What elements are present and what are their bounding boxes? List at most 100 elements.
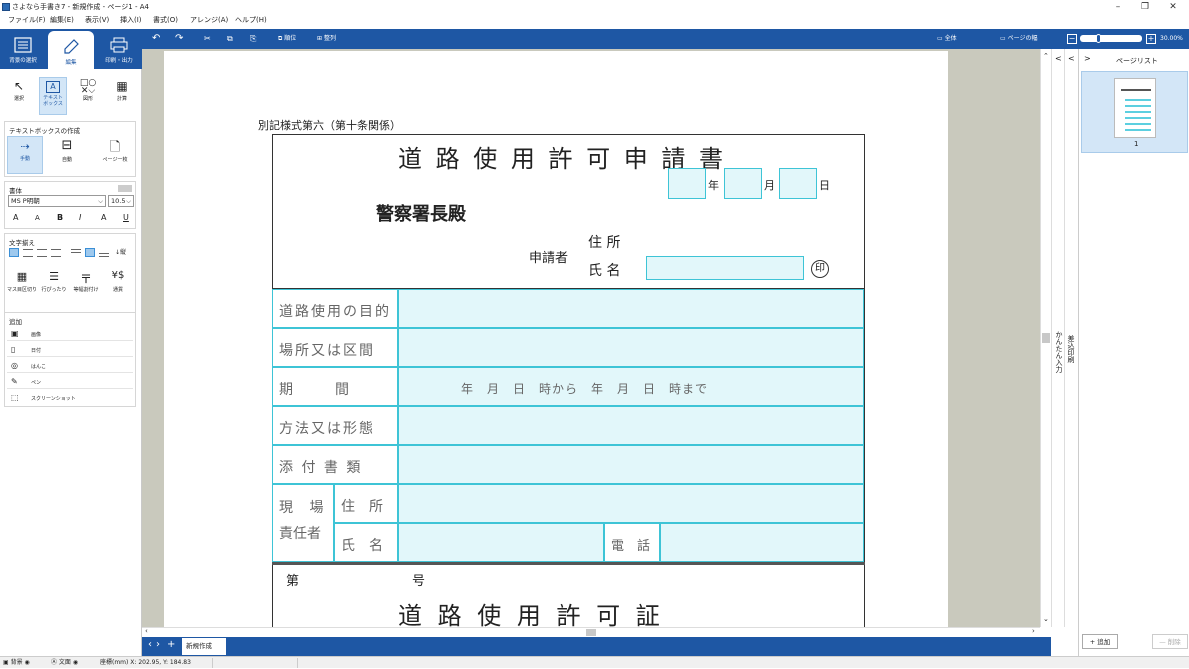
add-page-button[interactable]: + 追加 [1082,634,1118,649]
undo-icon[interactable]: ↶ [152,32,160,46]
equal-width-button[interactable]: 〒 等幅割付け [71,270,101,293]
hscroll-thumb[interactable] [586,629,596,636]
arrange-button[interactable]: ⊞ 整列 [317,32,336,46]
font-color-button[interactable]: A [101,213,106,222]
align-right-icon[interactable] [37,249,47,257]
month-field[interactable] [724,168,762,199]
page-list-panel: > ページリスト 1 + 追加 — 削除 [1078,49,1189,656]
menu-edit[interactable]: 編集(E) [50,14,74,27]
tab-new-document[interactable]: 新規作成 [182,638,226,655]
bold-button[interactable]: B [57,213,63,222]
shrink-font-button[interactable]: A [35,214,40,222]
tab-edit[interactable]: 編集 [48,31,94,69]
cut-icon[interactable]: ✂ [204,32,211,46]
period-field[interactable]: 年 月 日 時から 年 月 日 時まで [398,367,864,406]
menu-format[interactable]: 書式(O) [153,14,178,27]
horizontal-scrollbar[interactable]: ‹ › [142,627,1040,637]
day-field[interactable] [779,168,817,199]
font-size-select[interactable]: 10.5 ⌵ [108,195,134,207]
add-image-item[interactable]: ▣ 画像 [7,327,133,341]
applicant-name-field[interactable] [646,256,804,280]
currency-button[interactable]: ¥$ 通貨 [103,270,133,293]
add-date-item[interactable]: ▯ 日付 [7,343,133,357]
tool-shape[interactable]: □○ ✕⌵ 図形 [74,79,102,103]
phone-field[interactable] [660,523,864,562]
site-name-field[interactable] [398,523,604,562]
purpose-field[interactable] [398,289,864,328]
tool-calc[interactable]: ▦ 計算 [108,79,136,102]
year-field[interactable] [668,168,706,199]
text-toggle[interactable]: Ⓐ 文面 ◉ [51,657,78,669]
vertical-text-icon[interactable]: ↓縦 [115,247,126,256]
tab-print[interactable]: 印刷・出力 [96,29,142,69]
fit-line-icon: ☰ [49,270,59,283]
minimize-button[interactable]: – [1106,0,1130,14]
menu-help[interactable]: ヘルプ(H) [235,14,267,27]
paste-icon[interactable]: ⎘ [250,32,256,46]
add-pen-item[interactable]: ✎ ペン [7,375,133,389]
restore-button[interactable]: ❐ [1133,0,1157,14]
align-left-icon[interactable] [9,248,19,257]
method-field[interactable] [398,406,864,445]
copy-icon[interactable]: ⧉ [227,32,233,46]
text-status-icon: Ⓐ [51,659,59,666]
valign-top-icon[interactable] [71,249,81,253]
grid-split-button[interactable]: ▦ マス目区切り [7,270,37,293]
fit-line-button[interactable]: ☰ 行ぴったり [39,270,69,293]
italic-button[interactable]: I [79,213,81,222]
create-page-button[interactable]: 🗋 ページ一枚 [95,138,135,163]
collapse-left2-icon[interactable]: < [1068,54,1075,63]
close-button[interactable]: ✕ [1161,0,1185,14]
order-button[interactable]: ⧉ 順位 [278,32,296,46]
zoom-in-button[interactable]: + [1146,34,1156,44]
zoom-slider-thumb[interactable] [1096,34,1101,43]
font-settings-icon[interactable] [118,185,132,192]
grow-font-button[interactable]: A [13,213,18,222]
scroll-thumb[interactable] [1042,333,1050,343]
fit-width-button[interactable]: ▭ ページの幅 [1000,32,1037,46]
tool-shape-label: 図形 [82,96,93,102]
delete-page-button[interactable]: — 削除 [1152,634,1188,649]
justify-icon[interactable] [51,249,61,257]
scroll-right-icon[interactable]: › [1032,627,1035,635]
add-tab-button[interactable]: + [167,639,175,650]
underline-button[interactable]: U [123,213,129,222]
merge-print-tab[interactable]: 差込印刷 [1066,335,1076,363]
tool-select[interactable]: ↖ 選択 [6,79,32,102]
site-address-field[interactable] [398,484,864,523]
create-auto-button[interactable]: ⊟ 自動 [49,138,85,163]
scroll-up-icon[interactable]: ⌃ [1043,52,1049,60]
currency-icon: ¥$ [111,270,125,281]
prev-tab-icon[interactable]: ‹ [148,639,152,650]
background-toggle[interactable]: ▣ 背景 ◉ [3,657,30,669]
create-manual-button[interactable]: ⇢ 手動 [7,136,43,174]
menu-insert[interactable]: 挿入(I) [120,14,142,27]
expand-right-icon[interactable]: > [1084,54,1091,63]
add-stamp-item[interactable]: ◎ はんこ [7,359,133,373]
vertical-scrollbar[interactable]: ⌃ ⌄ [1040,49,1051,627]
place-field[interactable] [398,328,864,367]
font-select[interactable]: MS P明朝 ⌵ [8,195,106,207]
zoom-level: 30.00% [1160,35,1183,42]
textbox-section: テキストボックスの作成 ⇢ 手動 ⊟ 自動 🗋 ページ一枚 [4,121,136,177]
next-tab-icon[interactable]: › [156,639,160,650]
zoom-out-button[interactable]: − [1067,34,1077,44]
scroll-left-icon[interactable]: ‹ [145,627,148,635]
tab-background[interactable]: 背景の選択 [0,29,46,69]
fit-all-button[interactable]: ▭ 全体 [937,32,957,46]
redo-icon[interactable]: ↷ [175,32,183,46]
tool-textbox[interactable]: A テキスト ボックス [39,77,67,115]
zoom-slider[interactable] [1080,34,1142,43]
add-screenshot-item[interactable]: ⬚ スクリーンショット [7,391,133,405]
page-icon: 🗋 [109,140,121,155]
valign-bottom-icon[interactable] [99,253,109,257]
attachment-field[interactable] [398,445,864,484]
menu-view[interactable]: 表示(V) [85,14,109,27]
menu-arrange[interactable]: アレンジ(A) [190,14,228,27]
easy-input-panel[interactable]: かんたん入力 [1052,49,1065,627]
align-center-icon[interactable] [23,249,33,257]
menu-file[interactable]: ファイル(F) [8,14,46,27]
page-thumbnail-1[interactable]: 1 [1081,71,1188,153]
valign-middle-icon[interactable] [85,248,95,257]
scroll-down-icon[interactable]: ⌄ [1043,615,1049,623]
